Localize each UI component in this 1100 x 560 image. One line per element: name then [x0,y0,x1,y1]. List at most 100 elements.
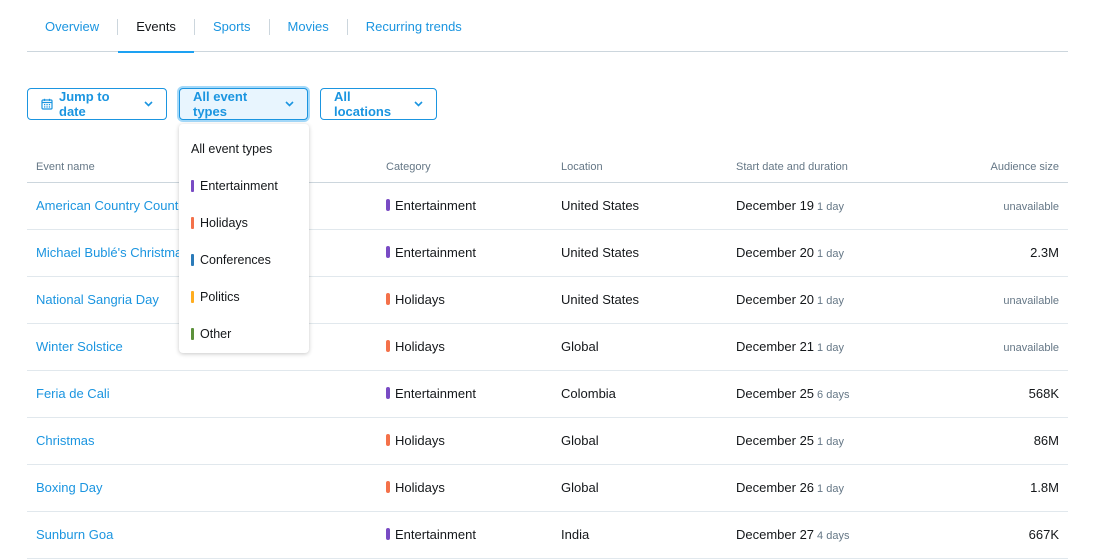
event-types-label: All event types [193,89,248,119]
menu-item-label: Entertainment [200,178,278,193]
tab-label: Overview [45,18,100,34]
event-name-cell: Christmas [27,417,377,465]
audience-size: unavailable [1003,295,1059,307]
category-cell: Entertainment [377,370,552,418]
column-header-category[interactable]: Category [377,152,552,183]
tab-overview[interactable]: Overview [27,0,117,52]
start-date-cell: December 27 4 days [727,511,927,559]
column-header-start-date[interactable]: Start date and duration [727,152,927,183]
menu-item-label: Holidays [200,215,248,230]
tab-label: Recurring trends [365,18,462,34]
category-label: Holidays [395,480,445,495]
locations-label: All locations [334,89,392,119]
location-cell: United States [552,229,727,277]
chevron-down-icon [414,101,423,107]
location-cell: Colombia [552,370,727,418]
event-types-dropdown-button[interactable]: All event types [179,88,308,120]
event-name-link[interactable]: Christmas [36,433,95,448]
table-row[interactable]: Sunburn Goa Entertainment India December 27… [27,511,1068,559]
audience-size-cell: unavailable [927,323,1068,371]
menu-item-conferences[interactable]: Conferences [179,241,309,278]
category-label: Entertainment [395,527,476,542]
audience-size: unavailable [1003,201,1059,213]
category-color-swatch [191,327,194,340]
locations-dropdown-button[interactable]: All locations [320,88,437,120]
tab-events[interactable]: Events [118,0,194,53]
tab-sports[interactable]: Sports [195,0,269,52]
event-name-link[interactable]: Feria de Cali [36,386,110,401]
menu-item-label: All event types [191,141,273,156]
event-name-link[interactable]: Boxing Day [36,480,102,495]
duration: 1 day [817,295,844,307]
start-date: December 25 [736,433,815,448]
category-label: Entertainment [395,198,476,213]
event-name-link[interactable]: Winter Solstice [36,339,123,354]
category-label: Entertainment [395,386,476,401]
menu-item-all-event-types[interactable]: All event types [179,130,309,167]
category-cell: Holidays [377,323,552,371]
event-types-menu: All event types Entertainment Holidays C… [179,124,309,353]
location-cell: United States [552,276,727,324]
tab-label: Movies [287,18,329,34]
start-date-cell: December 20 1 day [727,276,927,324]
location-cell: United States [552,182,727,230]
table-row[interactable]: Boxing Day Holidays Global December 26 1 day… [27,464,1068,512]
chevron-down-icon [144,101,153,107]
start-date: December 20 [736,245,815,260]
category-color-swatch [386,528,390,540]
menu-item-holidays[interactable]: Holidays [179,204,309,241]
category-cell: Entertainment [377,511,552,559]
event-name-link[interactable]: Sunburn Goa [36,527,113,542]
category-label: Holidays [395,292,445,307]
category-cell: Holidays [377,276,552,324]
menu-item-label: Politics [200,289,240,304]
menu-item-politics[interactable]: Politics [179,278,309,315]
category-color-swatch [386,293,390,305]
jump-to-date-button[interactable]: Jump to date [27,88,167,120]
table-row[interactable]: Feria de Cali Entertainment Colombia Decemb… [27,370,1068,418]
audience-size-cell: 1.8M [927,464,1068,512]
table-row[interactable]: Christmas Holidays Global December 25 1 day 8… [27,417,1068,465]
tab-bar: Overview Events Sports Movies Recurring … [27,0,1068,53]
category-label: Entertainment [395,245,476,260]
start-date: December 27 [736,527,815,542]
start-date: December 19 [736,198,815,213]
duration: 6 days [817,389,850,401]
category-color-swatch [386,246,390,258]
location-cell: Global [552,323,727,371]
audience-size-cell: 86M [927,417,1068,465]
start-date: December 20 [736,292,815,307]
tab-movies[interactable]: Movies [270,0,347,52]
category-color-swatch [386,199,390,211]
duration: 1 day [817,436,844,448]
audience-size-cell: 568K [927,370,1068,418]
category-cell: Entertainment [377,229,552,277]
location-cell: Global [552,464,727,512]
start-date-cell: December 20 1 day [727,229,927,277]
category-cell: Entertainment [377,182,552,230]
menu-item-label: Conferences [200,252,271,267]
menu-item-label: Other [200,326,232,341]
duration: 1 day [817,483,844,495]
start-date-cell: December 26 1 day [727,464,927,512]
event-name-link[interactable]: Michael Bublé's Christmas [36,245,189,260]
duration: 1 day [817,342,844,354]
audience-size: 2.3M [1030,245,1059,260]
audience-size-cell: unavailable [927,182,1068,230]
start-date-cell: December 25 6 days [727,370,927,418]
tab-recurring-trends[interactable]: Recurring trends [348,0,480,52]
event-name-link[interactable]: National Sangria Day [36,292,159,307]
tab-label: Events [136,18,176,34]
column-header-audience-size[interactable]: Audience size [927,152,1068,183]
event-name-cell: Boxing Day [27,464,377,512]
category-color-swatch [191,216,194,229]
start-date: December 21 [736,339,815,354]
filter-bar: Jump to date All event types All locatio… [27,88,437,120]
duration: 1 day [817,201,844,213]
category-color-swatch [386,434,390,446]
audience-size: unavailable [1003,342,1059,354]
start-date-cell: December 25 1 day [727,417,927,465]
column-header-location[interactable]: Location [552,152,727,183]
menu-item-other[interactable]: Other [179,315,309,352]
menu-item-entertainment[interactable]: Entertainment [179,167,309,204]
